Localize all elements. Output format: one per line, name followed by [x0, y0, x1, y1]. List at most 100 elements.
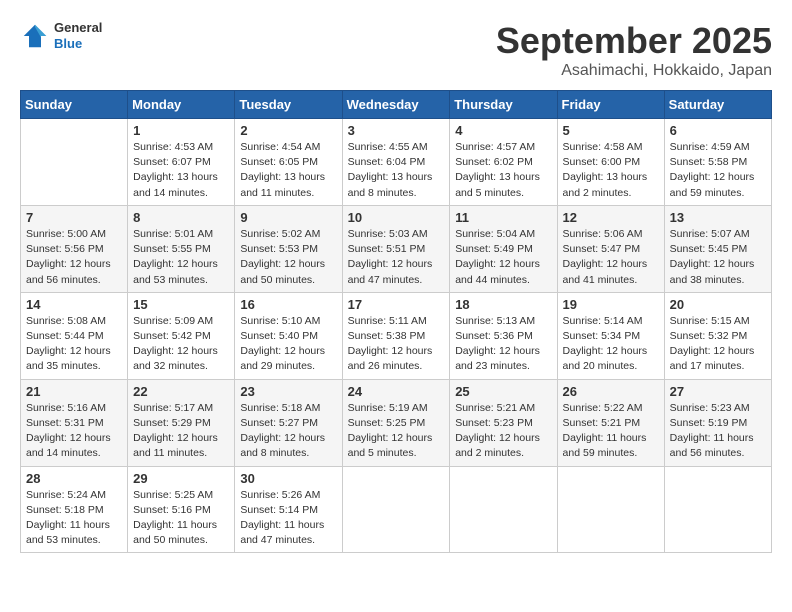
day-number: 18	[455, 297, 551, 312]
day-number: 1	[133, 123, 229, 138]
calendar-cell: 28 Sunrise: 5:24 AMSunset: 5:18 PMDayligh…	[21, 466, 128, 553]
calendar-cell: 27Sunrise: 5:23 AMSunset: 5:19 PMDayligh…	[664, 379, 771, 466]
calendar-cell: 15 Sunrise: 5:09 AMSunset: 5:42 PMDayligh…	[128, 292, 235, 379]
month-title: September 2025	[496, 20, 772, 62]
day-info: Sunrise: 5:19 AMSunset: 5:25 PMDaylight:…	[348, 401, 445, 462]
day-info: Sunrise: 4:53 AMSunset: 6:07 PMDaylight:…	[133, 140, 229, 201]
day-number: 13	[670, 210, 766, 225]
page-header: General Blue September 2025 Asahimachi, …	[20, 20, 772, 80]
calendar-cell: 30 Sunrise: 5:26 AMSunset: 5:14 PMDayligh…	[235, 466, 342, 553]
day-info: Sunrise: 5:26 AMSunset: 5:14 PMDaylight:…	[240, 488, 336, 549]
day-number: 8	[133, 210, 229, 225]
day-info: Sunrise: 5:21 AMSunset: 5:23 PMDaylight:…	[455, 401, 551, 462]
day-info: Sunrise: 5:13 AMSunset: 5:36 PMDaylight:…	[455, 314, 551, 375]
day-info: Sunrise: 5:07 AMSunset: 5:45 PMDaylight:…	[670, 227, 766, 288]
day-info: Sunrise: 5:00 AMSunset: 5:56 PMDaylight:…	[26, 227, 122, 288]
calendar-cell	[342, 466, 450, 553]
day-number: 12	[563, 210, 659, 225]
day-info: Sunrise: 5:10 AMSunset: 5:40 PMDaylight:…	[240, 314, 336, 375]
calendar-cell	[21, 119, 128, 206]
calendar-cell: 13 Sunrise: 5:07 AMSunset: 5:45 PMDayligh…	[664, 205, 771, 292]
calendar-cell	[450, 466, 557, 553]
weekday-header: Friday	[557, 91, 664, 119]
day-number: 24	[348, 384, 445, 399]
day-info: Sunrise: 4:54 AMSunset: 6:05 PMDaylight:…	[240, 140, 336, 201]
calendar-cell: 5Sunrise: 4:58 AMSunset: 6:00 PMDaylight…	[557, 119, 664, 206]
day-info: Sunrise: 5:17 AMSunset: 5:29 PMDaylight:…	[133, 401, 229, 462]
weekday-header: Wednesday	[342, 91, 450, 119]
calendar-cell: 12 Sunrise: 5:06 AMSunset: 5:47 PMDayligh…	[557, 205, 664, 292]
day-number: 7	[26, 210, 122, 225]
location-subtitle: Asahimachi, Hokkaido, Japan	[496, 62, 772, 80]
day-info: Sunrise: 5:11 AMSunset: 5:38 PMDaylight:…	[348, 314, 445, 375]
calendar-cell	[557, 466, 664, 553]
calendar-cell: 9 Sunrise: 5:02 AMSunset: 5:53 PMDaylight…	[235, 205, 342, 292]
calendar-header-row: SundayMondayTuesdayWednesdayThursdayFrid…	[21, 91, 772, 119]
day-info: Sunrise: 5:02 AMSunset: 5:53 PMDaylight:…	[240, 227, 336, 288]
calendar-cell: 29 Sunrise: 5:25 AMSunset: 5:16 PMDayligh…	[128, 466, 235, 553]
calendar-cell: 2 Sunrise: 4:54 AMSunset: 6:05 PMDaylight…	[235, 119, 342, 206]
calendar-week-row: 28 Sunrise: 5:24 AMSunset: 5:18 PMDayligh…	[21, 466, 772, 553]
day-number: 29	[133, 471, 229, 486]
calendar-cell: 18 Sunrise: 5:13 AMSunset: 5:36 PMDayligh…	[450, 292, 557, 379]
day-info: Sunrise: 5:01 AMSunset: 5:55 PMDaylight:…	[133, 227, 229, 288]
calendar-cell: 21 Sunrise: 5:16 AMSunset: 5:31 PMDayligh…	[21, 379, 128, 466]
day-number: 14	[26, 297, 122, 312]
day-info: Sunrise: 4:57 AMSunset: 6:02 PMDaylight:…	[455, 140, 551, 201]
calendar-cell: 23Sunrise: 5:18 AMSunset: 5:27 PMDayligh…	[235, 379, 342, 466]
day-info: Sunrise: 4:55 AMSunset: 6:04 PMDaylight:…	[348, 140, 445, 201]
calendar-cell: 26 Sunrise: 5:22 AMSunset: 5:21 PMDayligh…	[557, 379, 664, 466]
day-number: 28	[26, 471, 122, 486]
day-number: 9	[240, 210, 336, 225]
calendar-cell: 25 Sunrise: 5:21 AMSunset: 5:23 PMDayligh…	[450, 379, 557, 466]
calendar-cell: 16Sunrise: 5:10 AMSunset: 5:40 PMDayligh…	[235, 292, 342, 379]
day-number: 2	[240, 123, 336, 138]
day-number: 19	[563, 297, 659, 312]
day-info: Sunrise: 5:14 AMSunset: 5:34 PMDaylight:…	[563, 314, 659, 375]
weekday-header: Monday	[128, 91, 235, 119]
calendar-week-row: 21 Sunrise: 5:16 AMSunset: 5:31 PMDayligh…	[21, 379, 772, 466]
day-info: Sunrise: 5:09 AMSunset: 5:42 PMDaylight:…	[133, 314, 229, 375]
day-number: 10	[348, 210, 445, 225]
calendar-cell: 17 Sunrise: 5:11 AMSunset: 5:38 PMDayligh…	[342, 292, 450, 379]
day-number: 17	[348, 297, 445, 312]
day-number: 26	[563, 384, 659, 399]
day-number: 6	[670, 123, 766, 138]
day-number: 21	[26, 384, 122, 399]
day-info: Sunrise: 5:22 AMSunset: 5:21 PMDaylight:…	[563, 401, 659, 462]
day-info: Sunrise: 5:24 AMSunset: 5:18 PMDaylight:…	[26, 488, 122, 549]
day-number: 30	[240, 471, 336, 486]
day-info: Sunrise: 5:04 AMSunset: 5:49 PMDaylight:…	[455, 227, 551, 288]
day-number: 3	[348, 123, 445, 138]
weekday-header: Tuesday	[235, 91, 342, 119]
calendar-cell: 10 Sunrise: 5:03 AMSunset: 5:51 PMDayligh…	[342, 205, 450, 292]
day-number: 15	[133, 297, 229, 312]
calendar-cell: 19 Sunrise: 5:14 AMSunset: 5:34 PMDayligh…	[557, 292, 664, 379]
logo-text: General Blue	[54, 20, 102, 51]
day-number: 4	[455, 123, 551, 138]
calendar-cell: 8 Sunrise: 5:01 AMSunset: 5:55 PMDaylight…	[128, 205, 235, 292]
day-info: Sunrise: 5:06 AMSunset: 5:47 PMDaylight:…	[563, 227, 659, 288]
day-number: 11	[455, 210, 551, 225]
calendar-table: SundayMondayTuesdayWednesdayThursdayFrid…	[20, 90, 772, 553]
day-info: Sunrise: 5:16 AMSunset: 5:31 PMDaylight:…	[26, 401, 122, 462]
weekday-header: Thursday	[450, 91, 557, 119]
calendar-week-row: 14 Sunrise: 5:08 AMSunset: 5:44 PMDayligh…	[21, 292, 772, 379]
calendar-cell: 24 Sunrise: 5:19 AMSunset: 5:25 PMDayligh…	[342, 379, 450, 466]
day-info: Sunrise: 5:08 AMSunset: 5:44 PMDaylight:…	[26, 314, 122, 375]
calendar-cell: 11 Sunrise: 5:04 AMSunset: 5:49 PMDayligh…	[450, 205, 557, 292]
calendar-cell: 7 Sunrise: 5:00 AMSunset: 5:56 PMDaylight…	[21, 205, 128, 292]
calendar-cell: 6 Sunrise: 4:59 AMSunset: 5:58 PMDaylight…	[664, 119, 771, 206]
day-info: Sunrise: 5:03 AMSunset: 5:51 PMDaylight:…	[348, 227, 445, 288]
day-info: Sunrise: 4:58 AMSunset: 6:00 PMDaylight:…	[563, 140, 659, 201]
day-number: 25	[455, 384, 551, 399]
calendar-cell	[664, 466, 771, 553]
day-info: Sunrise: 5:18 AMSunset: 5:27 PMDaylight:…	[240, 401, 336, 462]
calendar-cell: 20Sunrise: 5:15 AMSunset: 5:32 PMDayligh…	[664, 292, 771, 379]
day-info: Sunrise: 5:25 AMSunset: 5:16 PMDaylight:…	[133, 488, 229, 549]
day-info: Sunrise: 4:59 AMSunset: 5:58 PMDaylight:…	[670, 140, 766, 201]
day-info: Sunrise: 5:23 AMSunset: 5:19 PMDaylight:…	[670, 401, 766, 462]
calendar-cell: 1 Sunrise: 4:53 AMSunset: 6:07 PMDaylight…	[128, 119, 235, 206]
weekday-header: Sunday	[21, 91, 128, 119]
day-number: 22	[133, 384, 229, 399]
